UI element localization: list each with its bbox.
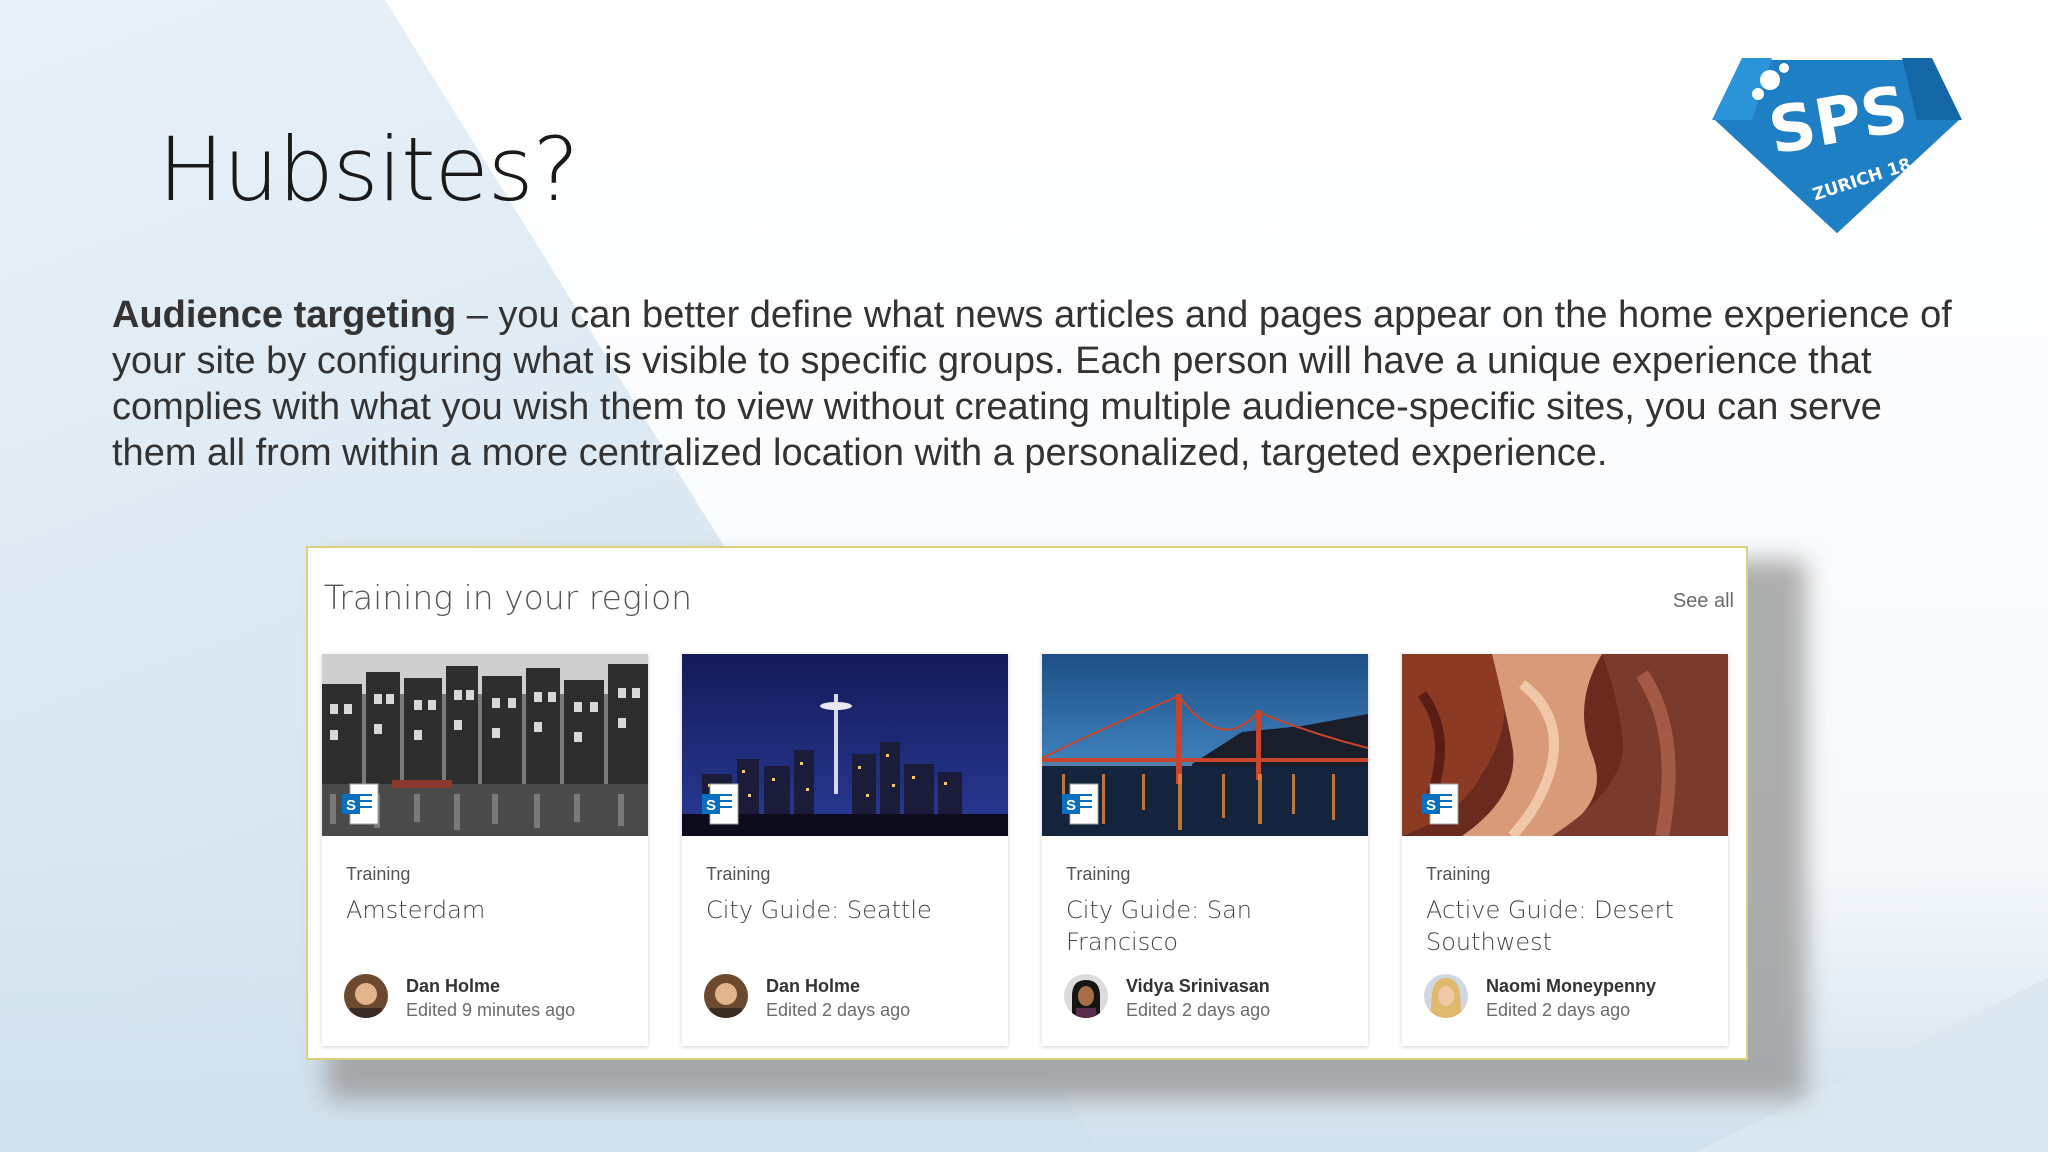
svg-text:S: S: [1426, 797, 1436, 814]
sharepoint-page-icon: S: [1420, 782, 1460, 826]
sharepoint-page-icon: S: [700, 782, 740, 826]
card-author: Vidya Srinivasan: [1126, 976, 1270, 996]
author-avatar: [1064, 974, 1108, 1018]
card-title[interactable]: City Guide: Seattle: [706, 894, 996, 926]
news-card[interactable]: S Training Amsterdam Dan Holme Edited 9 …: [322, 654, 648, 1046]
sharepoint-page-icon: S: [1060, 782, 1100, 826]
news-card[interactable]: S Training City Guide: San Francisco Vid…: [1042, 654, 1368, 1046]
card-author: Naomi Moneypenny: [1486, 976, 1657, 996]
author-avatar: [344, 974, 388, 1018]
card-edited: Edited 2 days ago: [1126, 1000, 1271, 1020]
card-category: Training: [706, 864, 771, 884]
card-title[interactable]: City Guide: San Francisco: [1066, 894, 1356, 958]
author-avatar: [704, 974, 748, 1018]
slide-title: Hubsites?: [158, 118, 579, 221]
card-category: Training: [1066, 864, 1131, 884]
card-category: Training: [346, 864, 411, 884]
card-edited: Edited 2 days ago: [766, 1000, 911, 1020]
card-title[interactable]: Active Guide: Desert Southwest: [1426, 894, 1716, 958]
webpart-title: Training in your region: [324, 578, 693, 617]
card-title[interactable]: Amsterdam: [346, 894, 636, 926]
body-bold: Audience targeting: [112, 294, 457, 336]
sharepoint-page-icon: S: [340, 782, 380, 826]
svg-text:S: S: [1066, 797, 1076, 814]
svg-text:S: S: [346, 797, 356, 814]
news-card[interactable]: S Training City Guide: Seattle Dan Holme…: [682, 654, 1008, 1046]
card-edited: Edited 9 minutes ago: [406, 1000, 576, 1020]
see-all-link[interactable]: See all: [1673, 590, 1734, 613]
webpart-screenshot: Training in your region See all S Traini…: [306, 546, 1748, 1060]
card-author: Dan Holme: [406, 976, 501, 996]
card-author: Dan Holme: [766, 976, 861, 996]
sps-logo: SPS ZURICH 18: [1709, 50, 1965, 240]
author-avatar: [1424, 974, 1468, 1018]
svg-text:S: S: [706, 797, 716, 814]
news-card[interactable]: S Training Active Guide: Desert Southwes…: [1402, 654, 1728, 1046]
card-category: Training: [1426, 864, 1491, 884]
card-edited: Edited 2 days ago: [1486, 1000, 1631, 1020]
body-paragraph: Audience targeting – you can better defi…: [112, 292, 1972, 476]
